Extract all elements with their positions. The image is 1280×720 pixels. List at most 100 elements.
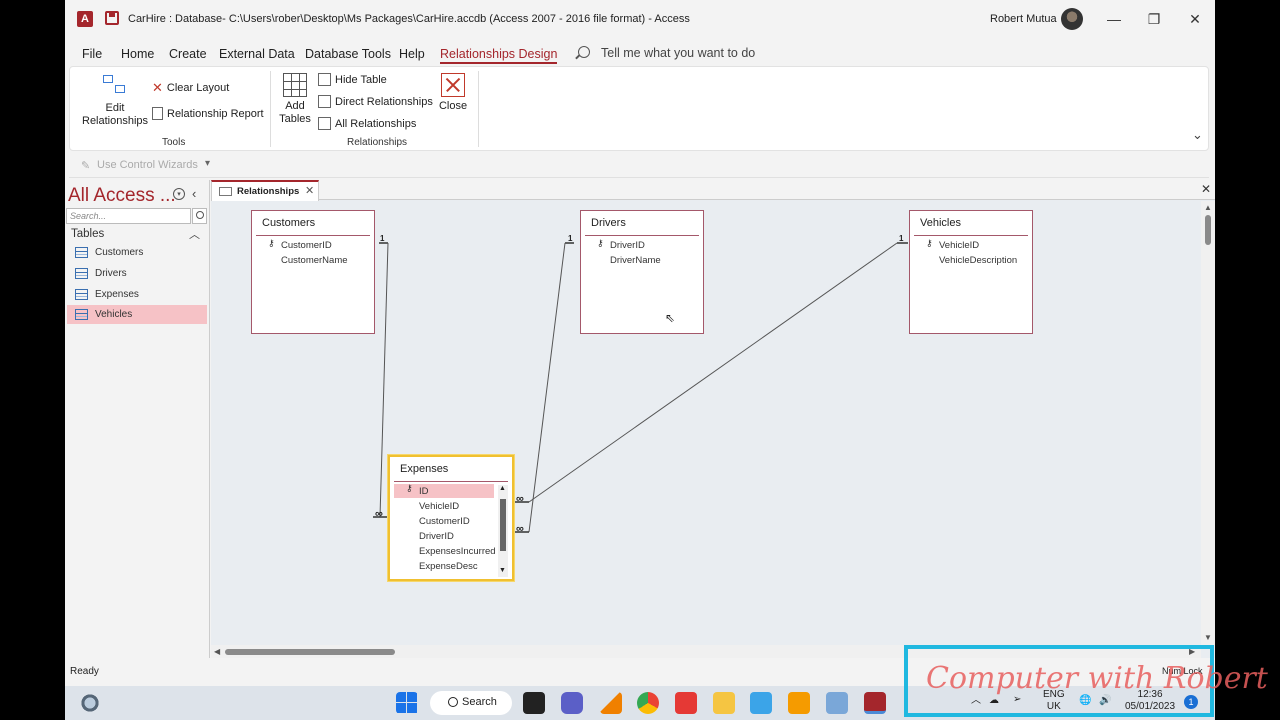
avatar[interactable] — [1061, 8, 1083, 30]
field-item[interactable]: DriverID — [610, 240, 645, 251]
vertical-scroll-thumb[interactable] — [1205, 215, 1211, 245]
search-icon[interactable] — [578, 46, 590, 58]
report-icon — [152, 107, 163, 120]
start-icon[interactable] — [396, 692, 418, 714]
remote-desktop-icon[interactable] — [826, 692, 848, 714]
field-item[interactable]: VehicleID — [939, 240, 979, 251]
edit-relationships-button[interactable]: Edit Relationships — [82, 73, 148, 128]
restore-button[interactable]: ❐ — [1145, 10, 1163, 28]
app-icon[interactable] — [788, 692, 810, 714]
right-letterbox — [1215, 0, 1280, 720]
sidebar-item-vehicles[interactable]: Vehicles — [67, 305, 207, 324]
table-scrollbar[interactable]: ▲ ▼ — [498, 485, 508, 577]
scroll-down-icon[interactable]: ▼ — [499, 567, 506, 574]
relationships-canvas[interactable]: 1 1 1 ∞ ∞ ∞ Customers ⚷ CustomerID Custo… — [211, 201, 1201, 645]
chevron-up-icon[interactable]: ︿ — [189, 226, 200, 242]
quick-access-dropdown[interactable]: ▾ — [205, 158, 210, 169]
file-explorer-icon[interactable] — [713, 692, 735, 714]
sidebar-item-expenses[interactable]: Expenses — [67, 285, 207, 304]
nav-dropdown-icon[interactable]: ▾ — [173, 188, 185, 200]
close-label: Close — [438, 100, 468, 112]
vlc-icon[interactable] — [600, 692, 622, 714]
tab-file[interactable]: File — [82, 47, 102, 61]
field-item[interactable]: CustomerID — [281, 240, 332, 251]
sidebar-item-label: Customers — [95, 247, 144, 258]
tab-relationships[interactable]: Relationships ✕ — [211, 180, 319, 201]
minimize-button[interactable]: — — [1105, 10, 1123, 28]
table-customers[interactable]: Customers ⚷ CustomerID CustomerName — [251, 210, 375, 334]
close-relationships-button[interactable]: Close — [436, 73, 470, 113]
cardinality-many: ∞ — [516, 523, 524, 535]
left-letterbox — [0, 0, 65, 720]
add-tables-label-2: Tables — [279, 113, 311, 125]
field-item[interactable]: ID — [419, 486, 429, 497]
close-button[interactable]: ✕ — [1186, 10, 1204, 28]
field-item[interactable]: CustomerName — [281, 255, 348, 266]
field-item[interactable]: DriverID — [419, 531, 454, 542]
nav-pane-title[interactable]: All Access ... — [68, 185, 176, 207]
tab-help[interactable]: Help — [399, 47, 425, 61]
table-title-divider — [394, 481, 508, 482]
taskbar-search[interactable]: Search — [430, 691, 512, 715]
sidebar-item-customers[interactable]: Customers — [67, 243, 207, 262]
nav-search-input[interactable]: Search... — [66, 208, 191, 224]
nav-group-tables[interactable]: Tables — [71, 228, 104, 240]
hide-table-button[interactable]: Hide Table — [318, 73, 387, 86]
add-tables-button[interactable]: Add Tables — [278, 73, 312, 126]
clear-layout-button[interactable]: ✕ Clear Layout — [152, 80, 229, 96]
join-line-drivers-expenses[interactable] — [528, 242, 566, 533]
field-item[interactable]: VehicleID — [419, 501, 459, 512]
all-relationships-button[interactable]: All Relationships — [318, 117, 416, 130]
media-player-icon[interactable] — [750, 692, 772, 714]
table-title-divider — [256, 235, 370, 236]
scroll-up-icon[interactable]: ▲ — [1204, 203, 1212, 212]
table-drivers[interactable]: Drivers ⚷ DriverID DriverName — [580, 210, 704, 334]
table-expenses[interactable]: Expenses ⚷ ID VehicleID CustomerID Drive… — [388, 455, 514, 581]
table-scroll-thumb[interactable] — [500, 499, 506, 551]
tab-external-data[interactable]: External Data — [219, 47, 295, 61]
relationship-report-button[interactable]: Relationship Report — [152, 107, 264, 120]
camera-app-icon[interactable] — [675, 692, 697, 714]
table-vehicles[interactable]: Vehicles ⚷ VehicleID VehicleDescription — [909, 210, 1033, 334]
tab-home[interactable]: Home — [121, 47, 154, 61]
tab-relationships-design[interactable]: Relationships Design — [440, 47, 558, 64]
field-item[interactable]: VehicleDescription — [939, 255, 1017, 266]
field-item[interactable]: ExpenseDesc — [419, 561, 478, 572]
tab-relationships-label: Relationships — [237, 186, 300, 197]
field-item[interactable]: CustomerID — [419, 516, 470, 527]
vertical-scrollbar[interactable]: ▲ ▼ — [1201, 201, 1215, 645]
use-control-wizards[interactable]: Use Control Wizards — [97, 159, 198, 171]
tab-database-tools[interactable]: Database Tools — [305, 47, 391, 61]
tab-create[interactable]: Create — [169, 47, 207, 61]
field-item[interactable]: ExpensesIncurred — [419, 546, 496, 557]
sidebar-item-drivers[interactable]: Drivers — [67, 264, 207, 283]
collapse-ribbon-icon[interactable]: ⌄ — [1192, 127, 1203, 143]
widgets-icon[interactable] — [79, 692, 101, 714]
direct-relationships-button[interactable]: Direct Relationships — [318, 95, 433, 108]
scroll-up-icon[interactable]: ▲ — [499, 485, 506, 492]
search-icon — [448, 697, 458, 707]
close-icon[interactable]: ✕ — [305, 184, 314, 197]
access-app-icon: A — [77, 11, 93, 27]
horizontal-scroll-thumb[interactable] — [225, 649, 395, 655]
scroll-left-icon[interactable]: ◀ — [214, 647, 220, 656]
chrome-icon[interactable] — [637, 692, 659, 714]
save-icon[interactable] — [105, 11, 119, 25]
cardinality-one: 1 — [899, 234, 904, 243]
teams-icon[interactable] — [561, 692, 583, 714]
tell-me-box[interactable]: Tell me what you want to do — [601, 46, 755, 60]
primary-key-icon: ⚷ — [268, 238, 275, 248]
task-view-icon[interactable] — [523, 692, 545, 714]
search-icon[interactable] — [192, 208, 207, 224]
join-line-customers-expenses[interactable] — [379, 242, 389, 518]
table-title: Vehicles — [920, 217, 961, 229]
table-title-divider — [914, 235, 1028, 236]
direct-relationships-label: Direct Relationships — [335, 95, 433, 108]
nav-collapse-icon[interactable]: ‹ — [192, 186, 196, 201]
scroll-down-icon[interactable]: ▼ — [1204, 633, 1212, 642]
user-name[interactable]: Robert Mutua — [990, 13, 1057, 25]
table-title: Expenses — [400, 463, 449, 475]
close-document-icon[interactable]: ✕ — [1201, 182, 1211, 196]
field-item[interactable]: DriverName — [610, 255, 661, 266]
access-taskbar-icon[interactable] — [864, 692, 886, 714]
